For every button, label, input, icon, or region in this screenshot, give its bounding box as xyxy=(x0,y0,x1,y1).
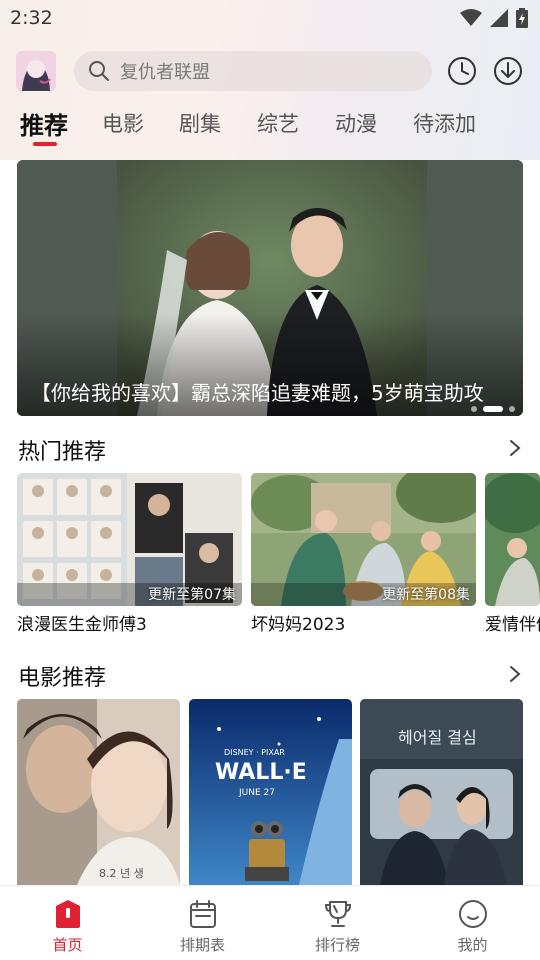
tab-pending[interactable]: 待添加 xyxy=(413,108,476,138)
movie-poster-text: 헤어질 결심 xyxy=(398,728,477,747)
banner-carousel[interactable]: 【你给我的喜欢】霸总深陷追妻难题，5岁萌宝助攻 xyxy=(17,160,523,416)
nav-ranking-label: 排行榜 xyxy=(314,936,360,954)
hot-item-title: 爱情伴侣 xyxy=(485,615,540,635)
movie-poster-sub: JUNE 27 xyxy=(238,788,275,798)
hot-item-card[interactable]: 更新至第07集 浪漫医生金师傅3 xyxy=(17,473,242,635)
tab-movies[interactable]: 电影 xyxy=(102,108,144,138)
movie-poster-text: WALL·E xyxy=(215,760,307,785)
tab-recommend[interactable]: 推荐 xyxy=(20,106,68,141)
episode-badge: 更新至第08集 xyxy=(382,587,470,603)
status-time: 2:32 xyxy=(10,7,53,29)
hot-item-poster: 更新至第08集 xyxy=(251,473,476,606)
tab-active-indicator xyxy=(33,142,57,146)
movie-poster: 헤어질 결심 xyxy=(360,699,523,885)
movie-poster: DISNEY · PIXAR WALL·E JUNE 27 xyxy=(189,699,352,885)
search-placeholder: 复仇者联盟 xyxy=(120,62,210,83)
hot-section-title: 热门推荐 xyxy=(18,440,107,465)
tab-variety[interactable]: 综艺 xyxy=(257,108,299,138)
tab-anime[interactable]: 动漫 xyxy=(335,108,377,138)
movie-section-more-icon[interactable] xyxy=(508,664,522,684)
profile-icon xyxy=(458,900,487,928)
header-row: 复仇者联盟 xyxy=(0,44,540,100)
hot-section-more-icon[interactable] xyxy=(508,438,522,458)
history-icon[interactable] xyxy=(446,55,478,87)
hot-item-title: 浪漫医生金师傅3 xyxy=(17,615,147,635)
trophy-icon xyxy=(324,901,351,927)
nav-ranking[interactable]: 排行榜 xyxy=(270,886,405,960)
nav-profile-label: 我的 xyxy=(457,936,488,954)
movie-item-card[interactable]: 헤어질 결심 xyxy=(360,699,523,885)
banner-dot xyxy=(471,406,477,412)
status-bar: 2:32 xyxy=(0,0,540,36)
banner-dot-active xyxy=(483,406,503,412)
episode-badge: 更新至第07集 xyxy=(148,587,236,603)
movie-poster: 8.2 년 생 xyxy=(17,699,180,885)
banner-pagination xyxy=(471,406,515,412)
nav-schedule[interactable]: 排期表 xyxy=(135,886,270,960)
category-tabs: 推荐 电影 剧集 综艺 动漫 待添加 xyxy=(0,104,540,152)
movie-item-card[interactable]: DISNEY · PIXAR WALL·E JUNE 27 xyxy=(189,699,352,885)
calendar-icon xyxy=(189,900,216,928)
nav-schedule-label: 排期表 xyxy=(179,936,225,954)
search-icon xyxy=(89,61,109,81)
movie-poster-brand: DISNEY · PIXAR xyxy=(224,748,285,757)
nav-home-label: 首页 xyxy=(52,936,83,954)
home-icon xyxy=(55,900,80,928)
tab-series[interactable]: 剧集 xyxy=(179,108,221,138)
hot-item-poster: 更新至第07集 xyxy=(17,473,242,606)
hot-item-poster xyxy=(485,473,540,606)
movie-poster-text: 8.2 년 생 xyxy=(99,867,144,880)
battery-icon xyxy=(516,8,528,28)
search-input[interactable]: 复仇者联盟 xyxy=(74,51,432,91)
nav-profile[interactable]: 我的 xyxy=(405,886,540,960)
nav-home[interactable]: 首页 xyxy=(0,886,135,960)
wifi-icon xyxy=(460,9,482,26)
banner-dot xyxy=(509,406,515,412)
hot-item-title: 坏妈妈2023 xyxy=(251,615,346,635)
avatar[interactable] xyxy=(16,51,56,91)
bottom-navigation: 首页 排期表 排行榜 我的 xyxy=(0,885,540,960)
movie-item-card[interactable]: 8.2 년 생 xyxy=(17,699,180,885)
movie-section-title: 电影推荐 xyxy=(18,666,107,691)
hot-item-card[interactable]: 爱情伴侣 xyxy=(485,473,540,635)
signal-icon xyxy=(490,9,508,27)
download-icon[interactable] xyxy=(492,55,524,87)
hot-item-card[interactable]: 更新至第08集 坏妈妈2023 xyxy=(251,473,476,635)
status-icons xyxy=(460,8,528,28)
banner-caption: 【你给我的喜欢】霸总深陷追妻难题，5岁萌宝助攻 xyxy=(31,381,484,405)
